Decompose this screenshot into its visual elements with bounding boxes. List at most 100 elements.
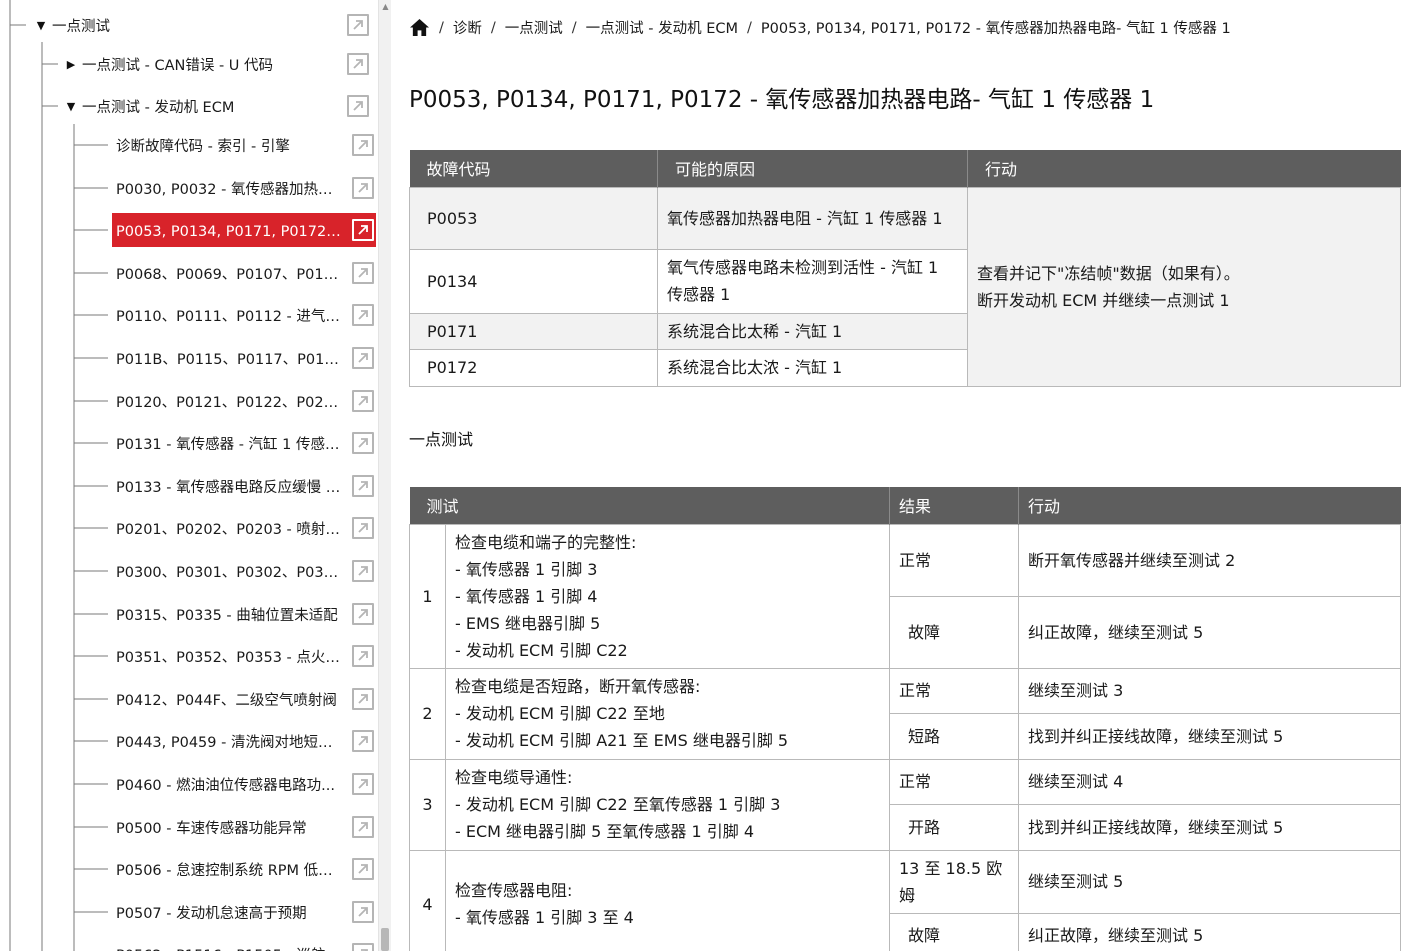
tree-leaf-item[interactable]: P0500 - 车速传感器功能异常 [112, 810, 376, 844]
external-link-icon[interactable] [352, 475, 374, 497]
test-result: 开路 [889, 803, 1019, 851]
external-link-icon[interactable] [352, 262, 374, 284]
external-link-icon[interactable] [352, 347, 374, 369]
tree-node-can-errors[interactable]: ▶ 一点测试 - CAN错误 - U 代码 [64, 47, 273, 81]
external-link-icon[interactable] [352, 816, 374, 838]
tree-leaf-item[interactable]: P0120、P0121、P0122、P0220... [112, 384, 376, 418]
external-link-icon[interactable] [347, 95, 369, 117]
external-link-icon[interactable] [347, 53, 369, 75]
test-table: 测试 结果 行动 1 检查电缆和端子的完整性: - 氧传感器 1 引脚 3 - 氧传感… [409, 487, 1401, 951]
external-link-icon[interactable] [352, 390, 374, 412]
table-row: P0053 氧传感器加热器电阻 - 汽缸 1 传感器 1 查看并记下"冻结帧"数… [409, 186, 1401, 387]
tree-leaf-label: 诊断故障代码 - 索引 - 引擎 [116, 138, 290, 155]
tree-leaf-label: P0133 - 氧传感器电路反应缓慢 -... [116, 479, 344, 496]
test-result: 正常 [889, 758, 1019, 805]
tree-leaf-item[interactable]: P0133 - 氧传感器电路反应缓慢 -... [112, 469, 376, 503]
test-title: 检查电缆导通性: [455, 768, 573, 787]
tree-leaf-label: P0053, P0134, P0171, P0172 - 氧... [116, 223, 344, 240]
tree-leaf-item[interactable]: P011B、P0115、P0117、P0125... [112, 341, 376, 375]
external-link-icon[interactable] [352, 858, 374, 880]
external-link-icon[interactable] [352, 645, 374, 667]
external-link-icon[interactable] [352, 304, 374, 326]
home-icon[interactable] [409, 18, 430, 37]
test-number: 1 [409, 523, 446, 669]
tree-node-engine-ecm[interactable]: ▼ 一点测试 - 发动机 ECM [64, 89, 235, 123]
table-header-row: 测试 结果 行动 [409, 487, 1401, 524]
test-title: 检查传感器电阻: [455, 881, 573, 900]
tree-leaf-item[interactable]: P0506 - 怠速控制系统 RPM 低于... [112, 852, 376, 886]
dtc-cause: 氧传感器加热器电阻 - 汽缸 1 传感器 1 [657, 186, 968, 250]
breadcrumb-separator: / [571, 19, 577, 36]
scroll-up-arrow-icon[interactable]: ▲ [381, 2, 390, 11]
tree-leaf-label: P0110、P0111、P0112 - 进气温... [116, 308, 344, 325]
tree-leaf-item[interactable]: P0443, P0459 - 清洗阀对地短路... [112, 724, 376, 758]
external-link-icon[interactable] [347, 14, 369, 36]
scrollbar-thumb[interactable] [381, 928, 389, 951]
caret-down-icon[interactable]: ▼ [34, 19, 48, 32]
test-action: 断开氧传感器并继续至测试 2 [1018, 523, 1401, 597]
breadcrumb-separator: / [490, 19, 496, 36]
caret-down-icon[interactable]: ▼ [64, 100, 78, 113]
test-description: 检查电缆和端子的完整性: - 氧传感器 1 引脚 3 - 氧传感器 1 引脚 4 - … [445, 523, 890, 669]
table-header-row: 故障代码 可能的原因 行动 [409, 150, 1401, 187]
test-step-line: - EMS 继电器引脚 5 [455, 613, 601, 633]
external-link-icon[interactable] [352, 134, 374, 156]
external-link-icon[interactable] [352, 603, 374, 625]
tree-leaf-item[interactable]: P0315、P0335 - 曲轴位置未适配 [112, 597, 376, 631]
test-action: 找到并纠正接线故障，继续至测试 5 [1018, 803, 1401, 851]
breadcrumb-item-engine-ecm[interactable]: 一点测试 - 发动机 ECM [586, 17, 738, 38]
tree-leaf-item[interactable]: P0562、P1516、P1505 - 巡航控制... [112, 937, 376, 951]
tree-leaf-item[interactable]: P0131 - 氧传感器 - 汽缸 1 传感器 1 [112, 426, 376, 460]
tree-node-root[interactable]: ▼ 一点测试 [34, 8, 110, 42]
tree-leaf-item[interactable]: P0412、P044F、二级空气喷射阀 [112, 682, 376, 716]
tree-leaf-item[interactable]: 诊断故障代码 - 索引 - 引擎 [112, 128, 376, 162]
external-link-icon[interactable] [352, 560, 374, 582]
tree-leaf-item[interactable]: P0053, P0134, P0171, P0172 - 氧... [112, 213, 376, 247]
external-link-icon[interactable] [352, 773, 374, 795]
tree-node-label: 一点测试 - CAN错误 - U 代码 [82, 57, 274, 74]
test-step-line: - 发动机 ECM 引脚 A21 至 EMS 继电器引脚 5 [455, 731, 789, 750]
tree-leaf-label: P0443, P0459 - 清洗阀对地短路... [116, 734, 344, 751]
external-link-icon[interactable] [352, 730, 374, 752]
column-header: 结果 [889, 487, 1019, 524]
table-row: 4 检查传感器电阻: - 氧传感器 1 引脚 3 至 4 13 至 18.5 欧姆 继续… [409, 849, 1401, 951]
tree-leaf-item[interactable]: P0460 - 燃油油位传感器电路功... [112, 767, 376, 801]
tree-leaf-item[interactable]: P0351、P0352、P0353 - 点火线... [112, 639, 376, 673]
test-action: 纠正故障，继续至测试 5 [1018, 912, 1401, 951]
external-link-icon[interactable] [352, 219, 374, 241]
tree-leaf-label: P0068、P0069、P0107、P0105... [116, 266, 344, 283]
sidebar-scrollbar[interactable]: ▲ [378, 0, 391, 951]
tree-leaf-label: P0300、P0301、P0302、P0303 -... [116, 564, 344, 581]
dtc-code: P0171 [409, 312, 658, 350]
tree-leaf-item[interactable]: P0030, P0032 - 氧传感器加热器... [112, 171, 376, 205]
test-result: 故障 [889, 595, 1019, 669]
external-link-icon[interactable] [352, 177, 374, 199]
test-step-line: - 发动机 ECM 引脚 C22 至地 [455, 704, 665, 723]
external-link-icon[interactable] [352, 432, 374, 454]
test-number: 2 [409, 667, 446, 760]
tree-leaf-item[interactable]: P0300、P0301、P0302、P0303 -... [112, 554, 376, 588]
breadcrumb-item-one-point-test[interactable]: 一点测试 [505, 17, 563, 38]
breadcrumb-item-diagnosis[interactable]: 诊断 [453, 17, 482, 38]
test-description: 检查传感器电阻: - 氧传感器 1 引脚 3 至 4 [445, 849, 890, 951]
test-result: 13 至 18.5 欧姆 [889, 849, 1019, 914]
test-title: 检查电缆和端子的完整性: [455, 532, 637, 552]
tree-leaf-item[interactable]: P0201、P0202、P0203 - 喷射器... [112, 511, 376, 545]
dtc-code: P0053 [409, 186, 658, 250]
caret-right-icon[interactable]: ▶ [64, 58, 78, 71]
dtc-cause: 系统混合比太浓 - 汽缸 1 [657, 348, 968, 387]
external-link-icon[interactable] [352, 688, 374, 710]
tree-leaf-item[interactable]: P0110、P0111、P0112 - 进气温... [112, 298, 376, 332]
test-result: 故障 [889, 912, 1019, 951]
external-link-icon[interactable] [352, 943, 374, 951]
tree-leaf-item[interactable]: P0068、P0069、P0107、P0105... [112, 256, 376, 290]
dtc-table: 故障代码 可能的原因 行动 P0053 氧传感器加热器电阻 - 汽缸 1 传感器… [409, 150, 1401, 387]
tree-leaf-label: P0412、P044F、二级空气喷射阀 [116, 692, 337, 709]
dtc-cause: 氧气传感器电路未检测到活性 - 汽缸 1 传感器 1 [657, 248, 968, 314]
test-step-line: - 氧传感器 1 引脚 3 至 4 [455, 908, 634, 927]
tree-leaf-item[interactable]: P0507 - 发动机怠速高于预期 [112, 895, 376, 929]
external-link-icon[interactable] [352, 517, 374, 539]
dtc-cause: 系统混合比太稀 - 汽缸 1 [657, 312, 968, 350]
external-link-icon[interactable] [352, 901, 374, 923]
column-header: 故障代码 [409, 150, 658, 187]
